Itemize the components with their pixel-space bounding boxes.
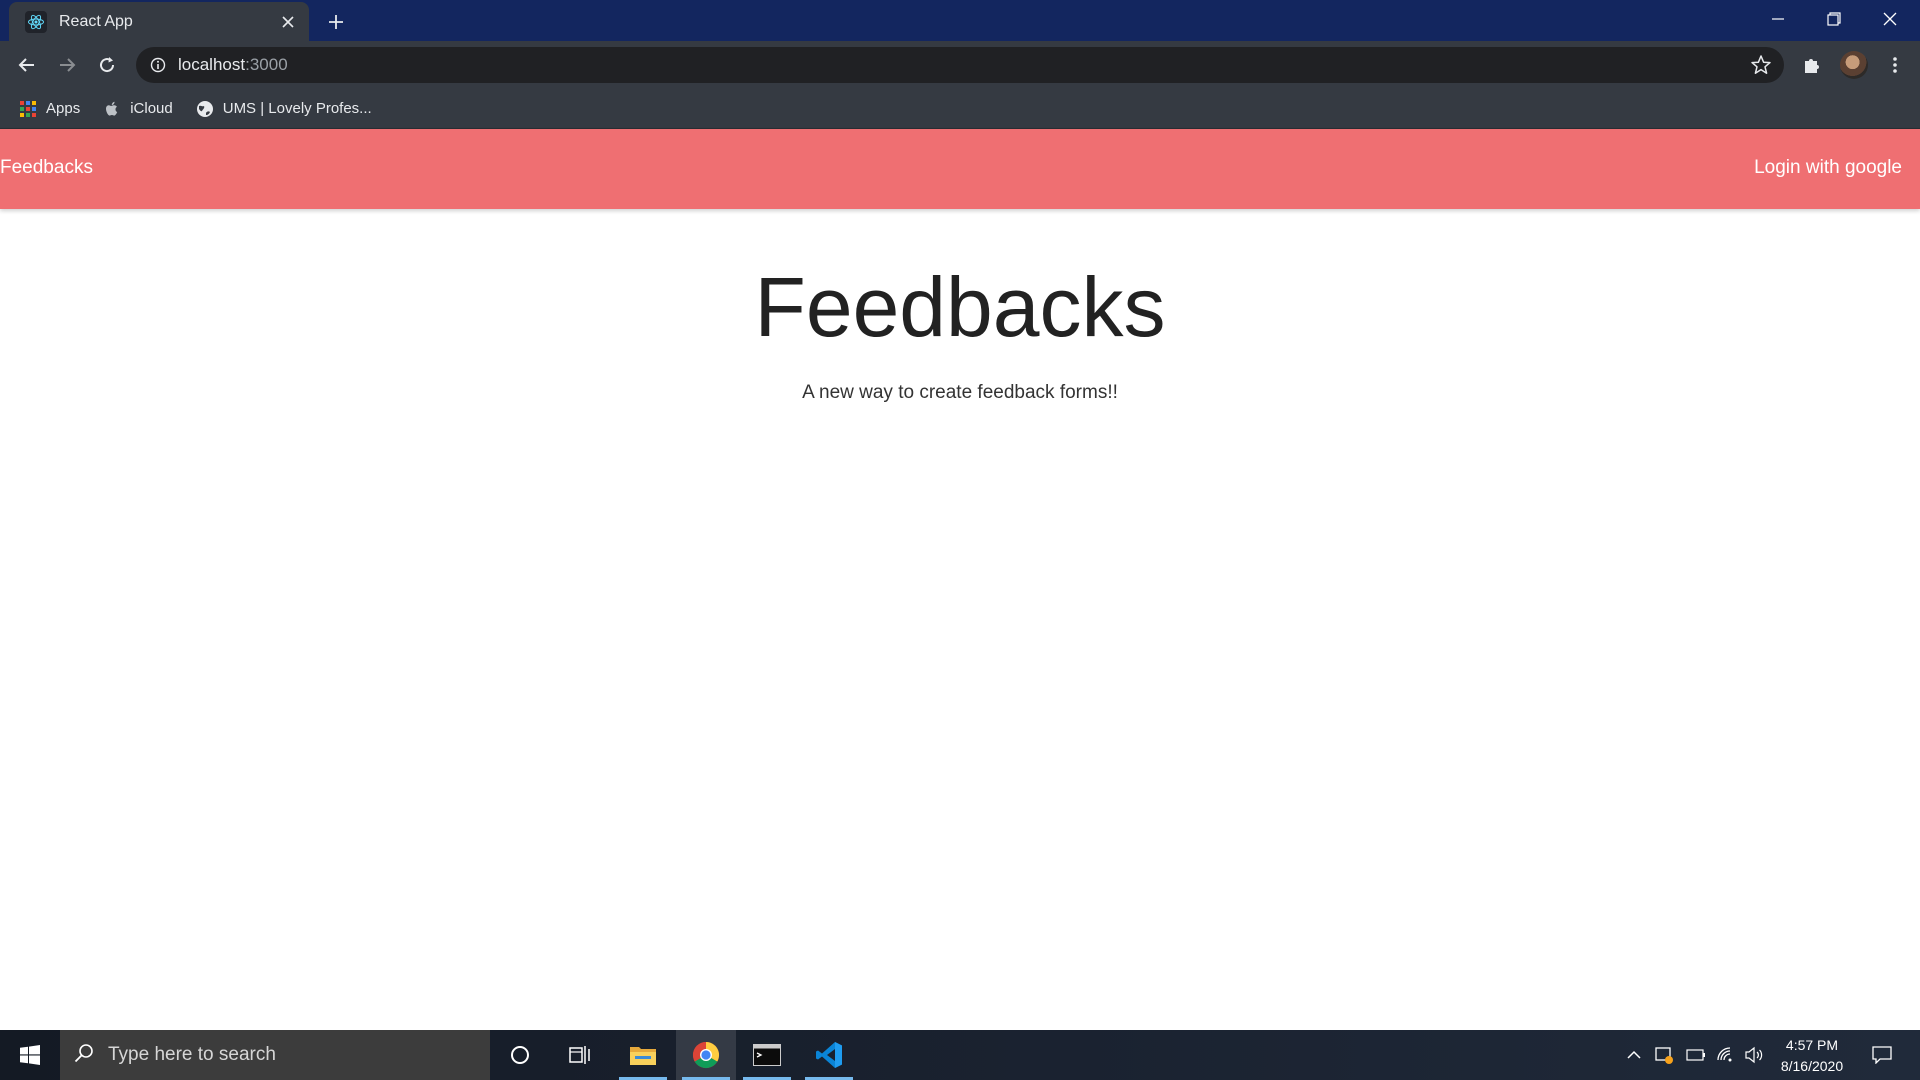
apps-grid-icon (18, 99, 38, 119)
bookmark-label: iCloud (130, 100, 173, 117)
bookmark-label: UMS | Lovely Profes... (222, 100, 372, 117)
back-arrow-icon[interactable] (12, 51, 42, 79)
show-hidden-icons-chevron-icon[interactable] (1622, 1030, 1646, 1080)
wifi-icon[interactable] (1712, 1030, 1740, 1080)
site-info-icon[interactable] (148, 55, 168, 75)
battery-icon[interactable] (1682, 1030, 1710, 1080)
address-bar[interactable]: localhost:3000 (136, 47, 1784, 83)
search-placeholder: Type here to search (108, 1044, 276, 1065)
apple-icon (102, 99, 122, 119)
taskbar-clock[interactable]: 4:57 PM 8/16/2020 (1768, 1035, 1856, 1077)
windows-taskbar: Type here to search 4:57 PM 8/16/2020 (0, 1030, 1920, 1080)
menu-kebab-icon[interactable] (1880, 51, 1910, 79)
tab-title: React App (59, 12, 133, 30)
browser-tabstrip: React App (0, 0, 1920, 41)
extensions-puzzle-icon[interactable] (1797, 51, 1827, 79)
bookmark-label: Apps (46, 100, 81, 117)
browser-tab[interactable]: React App (9, 2, 309, 41)
restore-icon[interactable] (1806, 0, 1862, 38)
new-tab-icon[interactable] (322, 8, 350, 36)
taskbar-search-box[interactable]: Type here to search (60, 1030, 490, 1080)
close-window-icon[interactable] (1862, 0, 1918, 38)
bookmark-ums[interactable]: UMS | Lovely Profes... (195, 99, 372, 119)
terminal-icon[interactable] (737, 1030, 797, 1080)
task-view-icon[interactable] (550, 1030, 610, 1080)
security-status-icon[interactable] (1650, 1030, 1678, 1080)
volume-icon[interactable] (1740, 1030, 1768, 1080)
profile-avatar[interactable] (1840, 51, 1868, 79)
vscode-icon[interactable] (799, 1030, 859, 1080)
page-viewport: Feedbacks Login with google Feedbacks A … (0, 129, 1920, 1030)
bookmarks-bar: Apps iCloud UMS | Lovely Profes... (0, 89, 1920, 129)
navbar-brand-link[interactable]: Feedbacks (0, 157, 93, 179)
cortana-icon[interactable] (490, 1030, 550, 1080)
action-center-notification-icon[interactable] (1864, 1030, 1900, 1080)
bookmark-apps[interactable]: Apps (18, 99, 80, 119)
bookmark-icloud[interactable]: iCloud (102, 99, 173, 119)
bookmark-star-icon[interactable] (1750, 54, 1772, 76)
minimize-icon[interactable] (1750, 0, 1806, 38)
file-explorer-icon[interactable] (613, 1030, 673, 1080)
globe-icon (195, 99, 215, 119)
clock-date: 8/16/2020 (1780, 1058, 1844, 1074)
address-host: localhost (178, 55, 246, 74)
chrome-icon[interactable] (676, 1030, 736, 1080)
browser-toolbar: localhost:3000 (0, 41, 1920, 89)
page-title: Feedbacks (754, 260, 1166, 354)
clock-time: 4:57 PM (1785, 1037, 1839, 1053)
navbar: Feedbacks Login with google (0, 129, 1920, 209)
reload-icon[interactable] (92, 51, 122, 79)
search-icon (74, 1043, 94, 1068)
react-icon (25, 10, 47, 33)
address-port: :3000 (245, 55, 288, 74)
page-subtitle: A new way to create feedback forms!! (802, 382, 1118, 403)
login-with-google-link[interactable]: Login with google (1754, 157, 1902, 179)
forward-arrow-icon[interactable] (52, 51, 82, 79)
windows-start-icon[interactable] (0, 1030, 60, 1080)
close-tab-icon[interactable] (277, 11, 299, 33)
